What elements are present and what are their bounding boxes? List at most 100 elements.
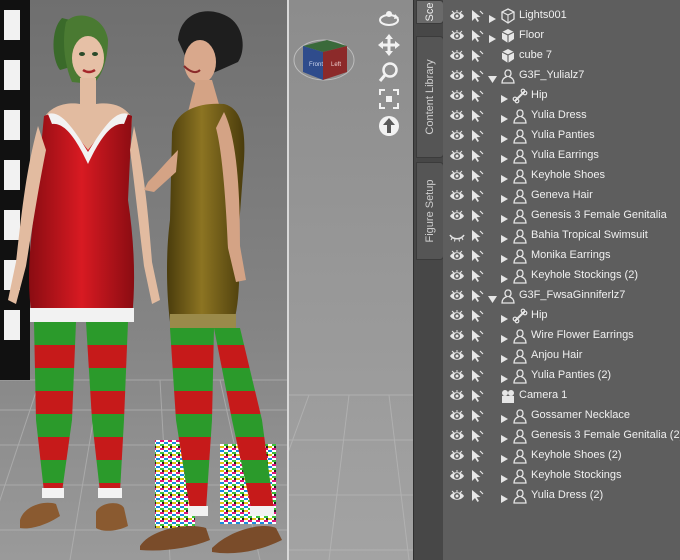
eye-icon[interactable] xyxy=(449,389,465,403)
chevron-right-icon[interactable] xyxy=(500,191,509,203)
chevron-right-icon[interactable] xyxy=(500,331,509,343)
eye-icon[interactable] xyxy=(449,489,465,503)
scene-node[interactable]: Yulia Dress xyxy=(443,106,680,126)
eye-icon[interactable] xyxy=(449,109,465,123)
chevron-right-icon[interactable] xyxy=(500,411,509,423)
eye-icon[interactable] xyxy=(449,249,465,263)
select-cursor-icon[interactable] xyxy=(470,9,484,23)
scene-node[interactable]: Keyhole Stockings xyxy=(443,466,680,486)
eye-icon[interactable] xyxy=(449,289,465,303)
pan-icon[interactable] xyxy=(377,33,401,57)
eye-icon[interactable] xyxy=(449,449,465,463)
select-cursor-icon[interactable] xyxy=(470,149,484,163)
select-cursor-icon[interactable] xyxy=(470,489,484,503)
scene-tree[interactable]: Lights001 Floor cube 7 G3F_Yulialz7 Hip Yulia… xyxy=(443,0,680,560)
chevron-right-icon[interactable] xyxy=(500,151,509,163)
tab-scene[interactable]: Sce xyxy=(416,0,444,24)
scene-node[interactable]: G3F_Yulialz7 xyxy=(443,66,680,86)
zoom-icon[interactable] xyxy=(377,60,401,84)
chevron-right-icon[interactable] xyxy=(500,251,509,263)
eye-icon[interactable] xyxy=(449,149,465,163)
scene-node[interactable]: Yulia Panties xyxy=(443,126,680,146)
viewport[interactable]: Front Left xyxy=(0,0,413,560)
select-cursor-icon[interactable] xyxy=(470,289,484,303)
scene-node[interactable]: Geneva Hair xyxy=(443,186,680,206)
select-cursor-icon[interactable] xyxy=(470,209,484,223)
chevron-right-icon[interactable] xyxy=(500,171,509,183)
scene-node[interactable]: Anjou Hair xyxy=(443,346,680,366)
select-cursor-icon[interactable] xyxy=(470,469,484,483)
chevron-right-icon[interactable] xyxy=(500,211,509,223)
tab-figure-setup[interactable]: Figure Setup xyxy=(416,162,444,260)
scene-node[interactable]: Wire Flower Earrings xyxy=(443,326,680,346)
chevron-right-icon[interactable] xyxy=(500,351,509,363)
select-cursor-icon[interactable] xyxy=(470,329,484,343)
orbit-icon[interactable] xyxy=(377,6,401,30)
select-cursor-icon[interactable] xyxy=(470,349,484,363)
select-cursor-icon[interactable] xyxy=(470,429,484,443)
eye-icon[interactable] xyxy=(449,409,465,423)
scene-node[interactable]: Monika Earrings xyxy=(443,246,680,266)
scene-node[interactable]: cube 7 xyxy=(443,46,680,66)
eye-icon[interactable] xyxy=(449,349,465,363)
chevron-right-icon[interactable] xyxy=(500,451,509,463)
select-cursor-icon[interactable] xyxy=(470,29,484,43)
eye-icon[interactable] xyxy=(449,209,465,223)
scene-node[interactable]: Yulia Dress (2) xyxy=(443,486,680,506)
chevron-right-icon[interactable] xyxy=(500,431,509,443)
scene-node[interactable]: Lights001 xyxy=(443,6,680,26)
eye-icon[interactable] xyxy=(449,429,465,443)
eye-closed-icon[interactable] xyxy=(449,229,465,243)
chevron-right-icon[interactable] xyxy=(500,371,509,383)
eye-icon[interactable] xyxy=(449,169,465,183)
eye-icon[interactable] xyxy=(449,129,465,143)
select-cursor-icon[interactable] xyxy=(470,169,484,183)
select-cursor-icon[interactable] xyxy=(470,89,484,103)
scene-node[interactable]: Bahia Tropical Swimsuit xyxy=(443,226,680,246)
chevron-right-icon[interactable] xyxy=(500,491,509,503)
eye-icon[interactable] xyxy=(449,29,465,43)
select-cursor-icon[interactable] xyxy=(470,129,484,143)
chevron-right-icon[interactable] xyxy=(500,131,509,143)
chevron-right-icon[interactable] xyxy=(500,311,509,323)
select-cursor-icon[interactable] xyxy=(470,109,484,123)
select-cursor-icon[interactable] xyxy=(470,309,484,323)
scene-node[interactable]: Yulia Panties (2) xyxy=(443,366,680,386)
scene-node[interactable]: Hip xyxy=(443,306,680,326)
scene-node[interactable]: Camera 1 xyxy=(443,386,680,406)
eye-icon[interactable] xyxy=(449,469,465,483)
select-cursor-icon[interactable] xyxy=(470,409,484,423)
select-cursor-icon[interactable] xyxy=(470,369,484,383)
scene-node[interactable]: Yulia Earrings xyxy=(443,146,680,166)
chevron-down-icon[interactable] xyxy=(488,291,497,303)
eye-icon[interactable] xyxy=(449,309,465,323)
reset-view-icon[interactable] xyxy=(377,114,401,138)
scene-node[interactable]: Keyhole Shoes (2) xyxy=(443,446,680,466)
frame-icon[interactable] xyxy=(377,87,401,111)
chevron-right-icon[interactable] xyxy=(500,231,509,243)
chevron-right-icon[interactable] xyxy=(488,31,497,43)
scene-node[interactable]: G3F_FwsaGinniferlz7 xyxy=(443,286,680,306)
scene-node[interactable]: Genesis 3 Female Genitalia (2) xyxy=(443,426,680,446)
eye-icon[interactable] xyxy=(449,329,465,343)
eye-icon[interactable] xyxy=(449,9,465,23)
tab-content-library[interactable]: Content Library xyxy=(416,36,444,158)
chevron-down-icon[interactable] xyxy=(488,71,497,83)
select-cursor-icon[interactable] xyxy=(470,449,484,463)
chevron-right-icon[interactable] xyxy=(500,111,509,123)
view-cube[interactable]: Front Left xyxy=(293,32,355,84)
select-cursor-icon[interactable] xyxy=(470,229,484,243)
eye-icon[interactable] xyxy=(449,269,465,283)
chevron-right-icon[interactable] xyxy=(488,11,497,23)
scene-node[interactable]: Keyhole Shoes xyxy=(443,166,680,186)
chevron-right-icon[interactable] xyxy=(500,271,509,283)
eye-icon[interactable] xyxy=(449,49,465,63)
scene-node[interactable]: Gossamer Necklace xyxy=(443,406,680,426)
select-cursor-icon[interactable] xyxy=(470,269,484,283)
scene-node[interactable]: Genesis 3 Female Genitalia xyxy=(443,206,680,226)
scene-node[interactable]: Floor xyxy=(443,26,680,46)
select-cursor-icon[interactable] xyxy=(470,249,484,263)
eye-icon[interactable] xyxy=(449,89,465,103)
scene-node[interactable]: Keyhole Stockings (2) xyxy=(443,266,680,286)
chevron-right-icon[interactable] xyxy=(500,471,509,483)
